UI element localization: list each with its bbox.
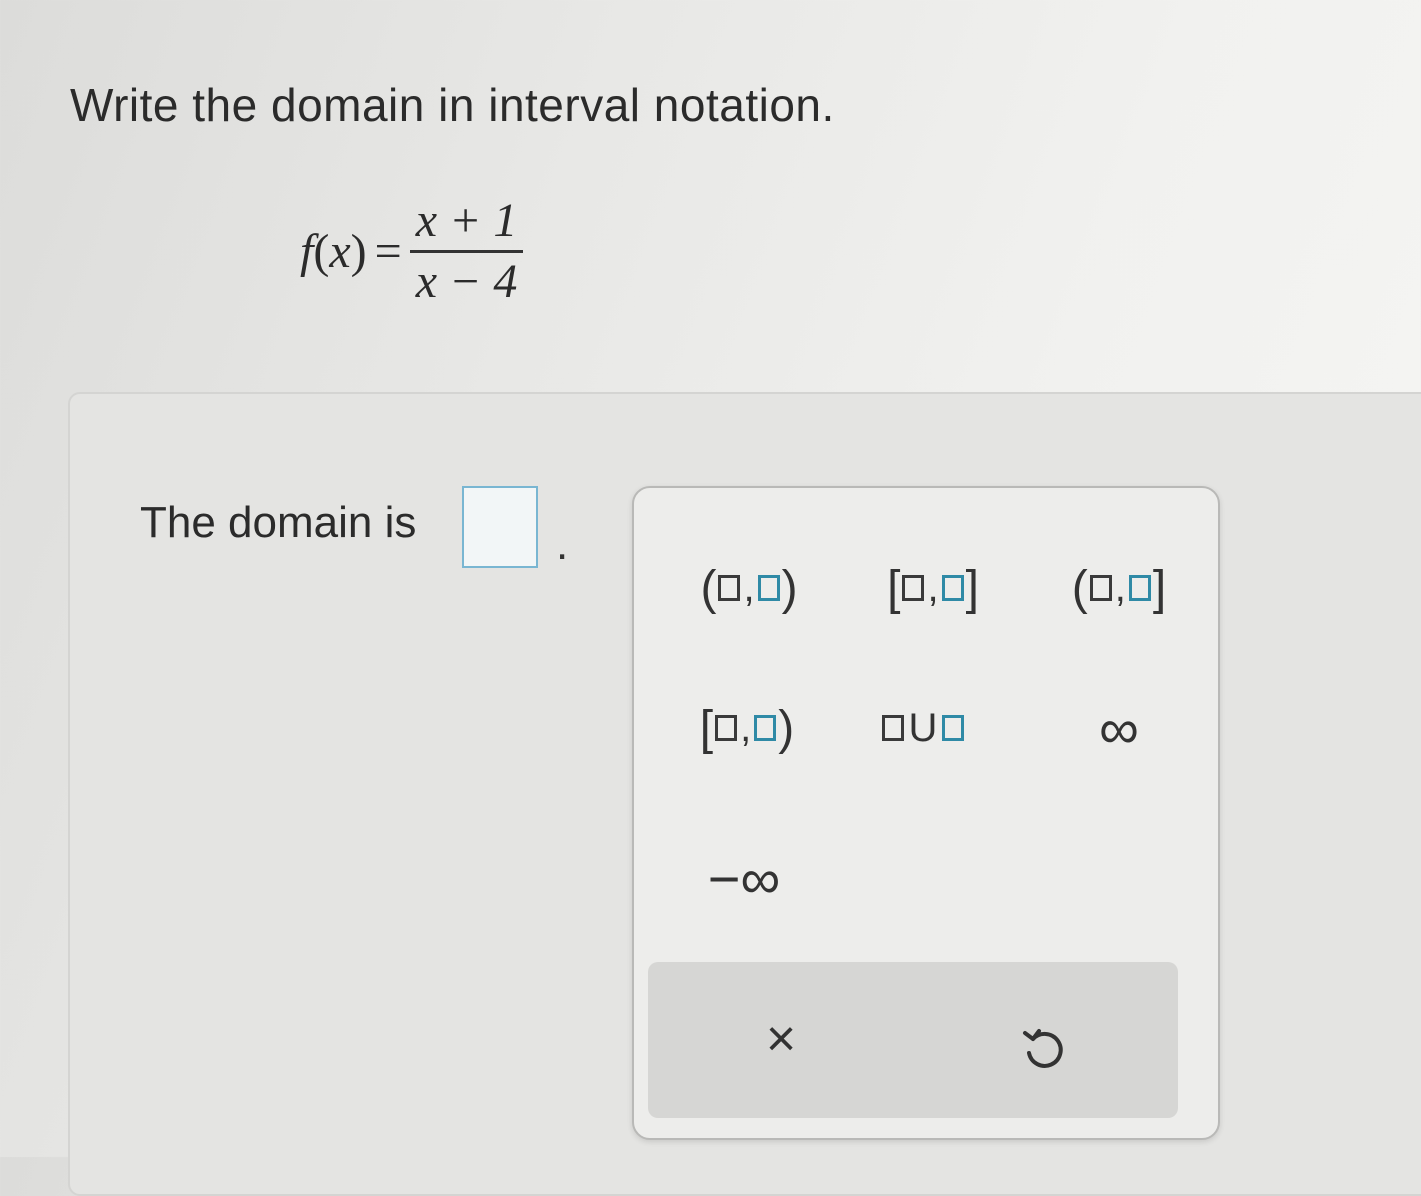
- equals-sign: =: [374, 225, 402, 278]
- action-bar: ×: [648, 962, 1178, 1118]
- blank-box-teal: [941, 575, 964, 601]
- question-text: Write the domain in interval notation.: [70, 79, 835, 131]
- domain-prompt: The domain is: [140, 498, 417, 547]
- blank-box: [881, 715, 904, 741]
- lhs-open-paren: (: [313, 225, 330, 278]
- right-paren: ): [778, 701, 795, 755]
- negative-infinity-button[interactable]: −∞: [674, 838, 814, 918]
- denominator: x − 4: [415, 255, 518, 308]
- left-bracket: [: [887, 561, 901, 615]
- function-formula: f(x) = x + 1 x − 4: [300, 192, 524, 311]
- union-symbol: U: [908, 705, 938, 750]
- open-open-interval-button[interactable]: (,): [674, 548, 824, 628]
- undo-button[interactable]: [998, 1004, 1088, 1094]
- formula-lhs: f(x): [300, 224, 367, 279]
- union-button[interactable]: U: [858, 688, 988, 768]
- blank-box-teal: [754, 715, 777, 741]
- comma: ,: [1114, 565, 1126, 610]
- blank-box-teal: [757, 575, 780, 601]
- lhs-close-paren: ): [350, 225, 367, 278]
- blank-box: [902, 575, 925, 601]
- function-variable: x: [329, 225, 351, 278]
- right-bracket: ]: [1152, 561, 1167, 615]
- function-name: f: [300, 225, 314, 278]
- right-paren: ): [781, 561, 798, 615]
- right-bracket: ]: [965, 561, 979, 615]
- blank-box: [1089, 575, 1112, 601]
- comma: ,: [740, 705, 752, 750]
- blank-box: [718, 575, 741, 601]
- blank-box-teal: [942, 715, 965, 741]
- blank-box-teal: [1128, 575, 1151, 601]
- undo-icon: [1023, 1029, 1063, 1068]
- left-paren: (: [700, 561, 717, 615]
- numerator: x + 1: [409, 192, 524, 253]
- infinity-button[interactable]: ∞: [1064, 688, 1174, 768]
- left-paren: (: [1071, 561, 1088, 615]
- comma: ,: [743, 565, 755, 610]
- answer-input-box[interactable]: [462, 486, 538, 568]
- left-bracket: [: [699, 701, 714, 755]
- closed-closed-interval-button[interactable]: [,]: [858, 548, 1008, 628]
- answer-period: .: [556, 520, 569, 569]
- closed-open-interval-button[interactable]: [,): [672, 688, 822, 768]
- close-icon: ×: [765, 1010, 797, 1068]
- clear-button[interactable]: ×: [736, 994, 826, 1084]
- open-closed-interval-button[interactable]: (,]: [1044, 548, 1194, 628]
- comma: ,: [927, 565, 939, 610]
- blank-box: [715, 715, 738, 741]
- fraction: x + 1 x − 4: [409, 192, 524, 311]
